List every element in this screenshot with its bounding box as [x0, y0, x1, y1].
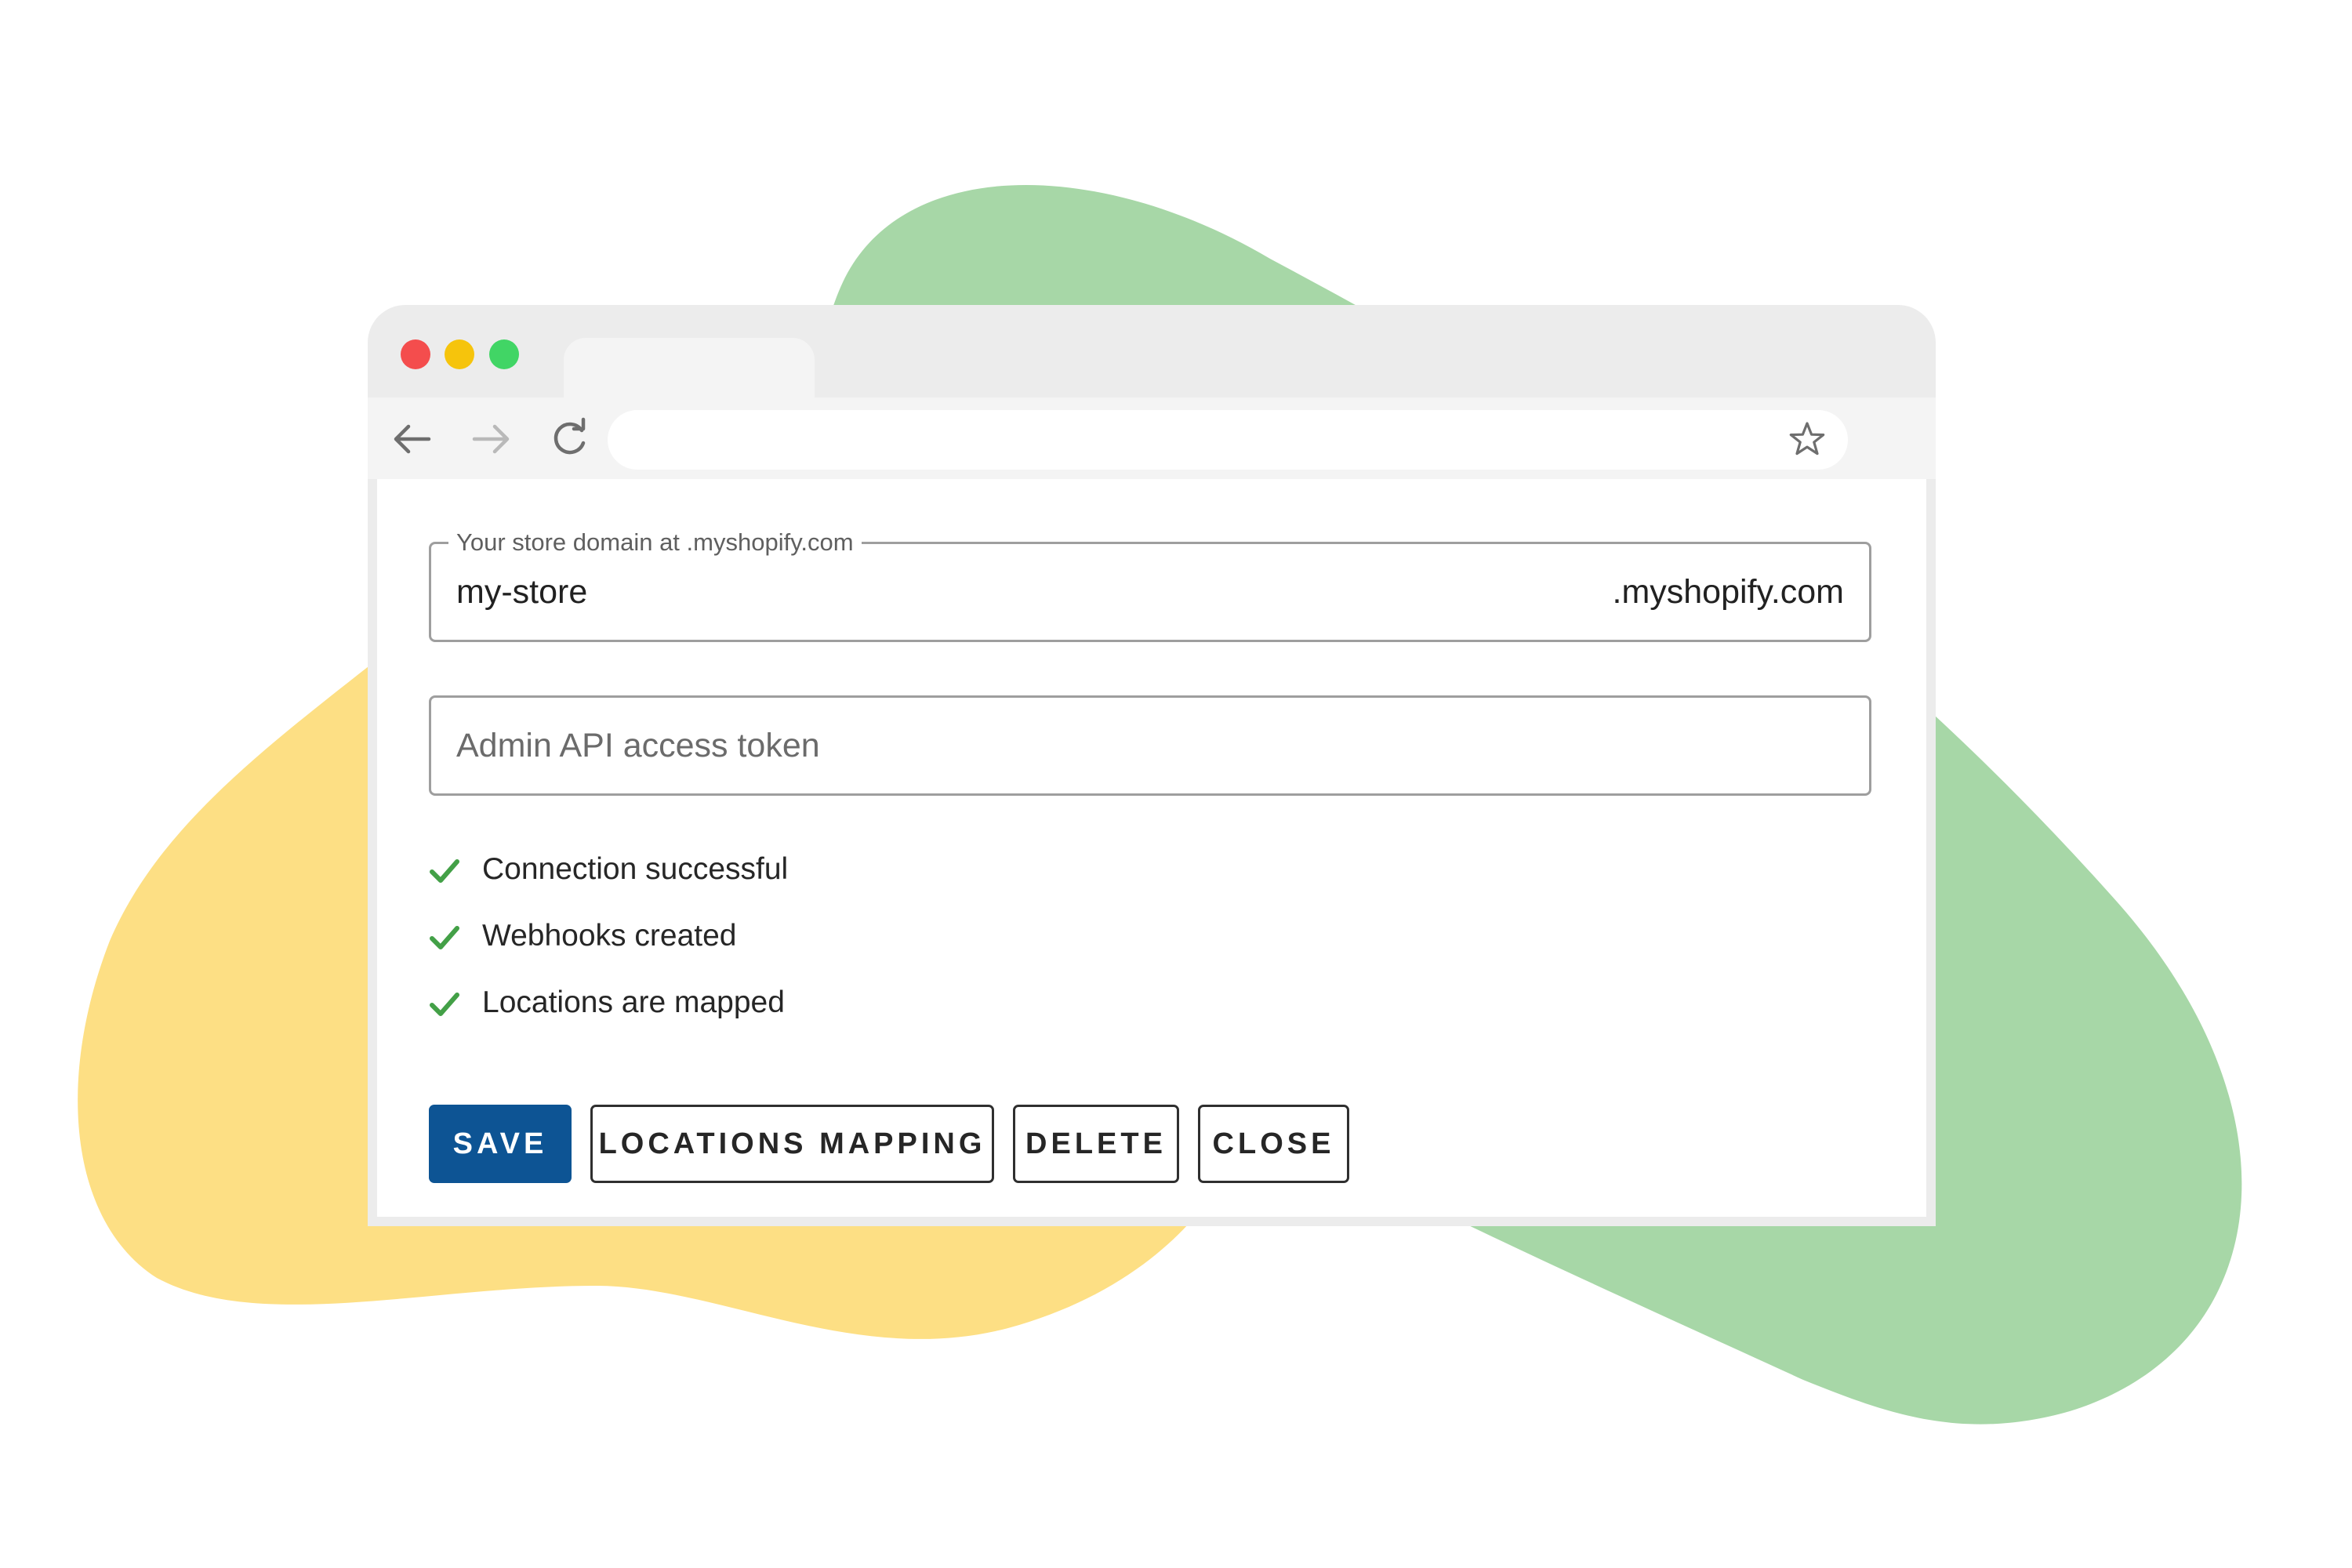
browser-tab[interactable]	[564, 338, 815, 397]
status-label: Connection successful	[482, 852, 789, 886]
window-minimize-dot[interactable]	[445, 339, 474, 369]
admin-api-token-placeholder[interactable]: Admin API access token	[456, 727, 820, 765]
reload-icon[interactable]	[542, 412, 597, 466]
check-icon	[429, 924, 460, 952]
window-close-dot[interactable]	[401, 339, 430, 369]
star-icon[interactable]	[1787, 419, 1828, 460]
page-content: Your store domain at .myshopify.com my-s…	[377, 479, 1926, 1217]
illustration-stage: Your store domain at .myshopify.com my-s…	[0, 0, 2352, 1568]
status-item-locations: Locations are mapped	[429, 981, 1134, 1028]
browser-toolbar	[368, 397, 1936, 479]
save-button[interactable]: SAVE	[429, 1105, 572, 1183]
store-domain-field[interactable]: Your store domain at .myshopify.com my-s…	[429, 528, 1871, 642]
store-domain-label: Your store domain at .myshopify.com	[448, 528, 862, 557]
status-label: Locations are mapped	[482, 985, 785, 1019]
locations-mapping-button[interactable]: LOCATIONS MAPPING	[590, 1105, 994, 1183]
forward-arrow-icon[interactable]	[463, 412, 518, 466]
status-item-webhooks: Webhooks created	[429, 914, 1134, 961]
check-icon	[429, 990, 460, 1018]
store-domain-value[interactable]: my-store	[456, 573, 587, 612]
admin-api-token-field[interactable]: Admin API access token	[429, 695, 1871, 796]
browser-titlebar	[368, 305, 1936, 397]
store-domain-suffix: .myshopify.com	[1612, 573, 1845, 611]
close-button[interactable]: CLOSE	[1198, 1105, 1349, 1183]
status-label: Webhooks created	[482, 919, 737, 953]
window-maximize-dot[interactable]	[489, 339, 519, 369]
check-icon	[429, 857, 460, 885]
status-item-connection: Connection successful	[429, 848, 1134, 895]
browser-window: Your store domain at .myshopify.com my-s…	[368, 305, 1936, 1226]
address-bar[interactable]	[608, 410, 1848, 470]
back-arrow-icon[interactable]	[385, 412, 440, 466]
delete-button[interactable]: DELETE	[1013, 1105, 1179, 1183]
